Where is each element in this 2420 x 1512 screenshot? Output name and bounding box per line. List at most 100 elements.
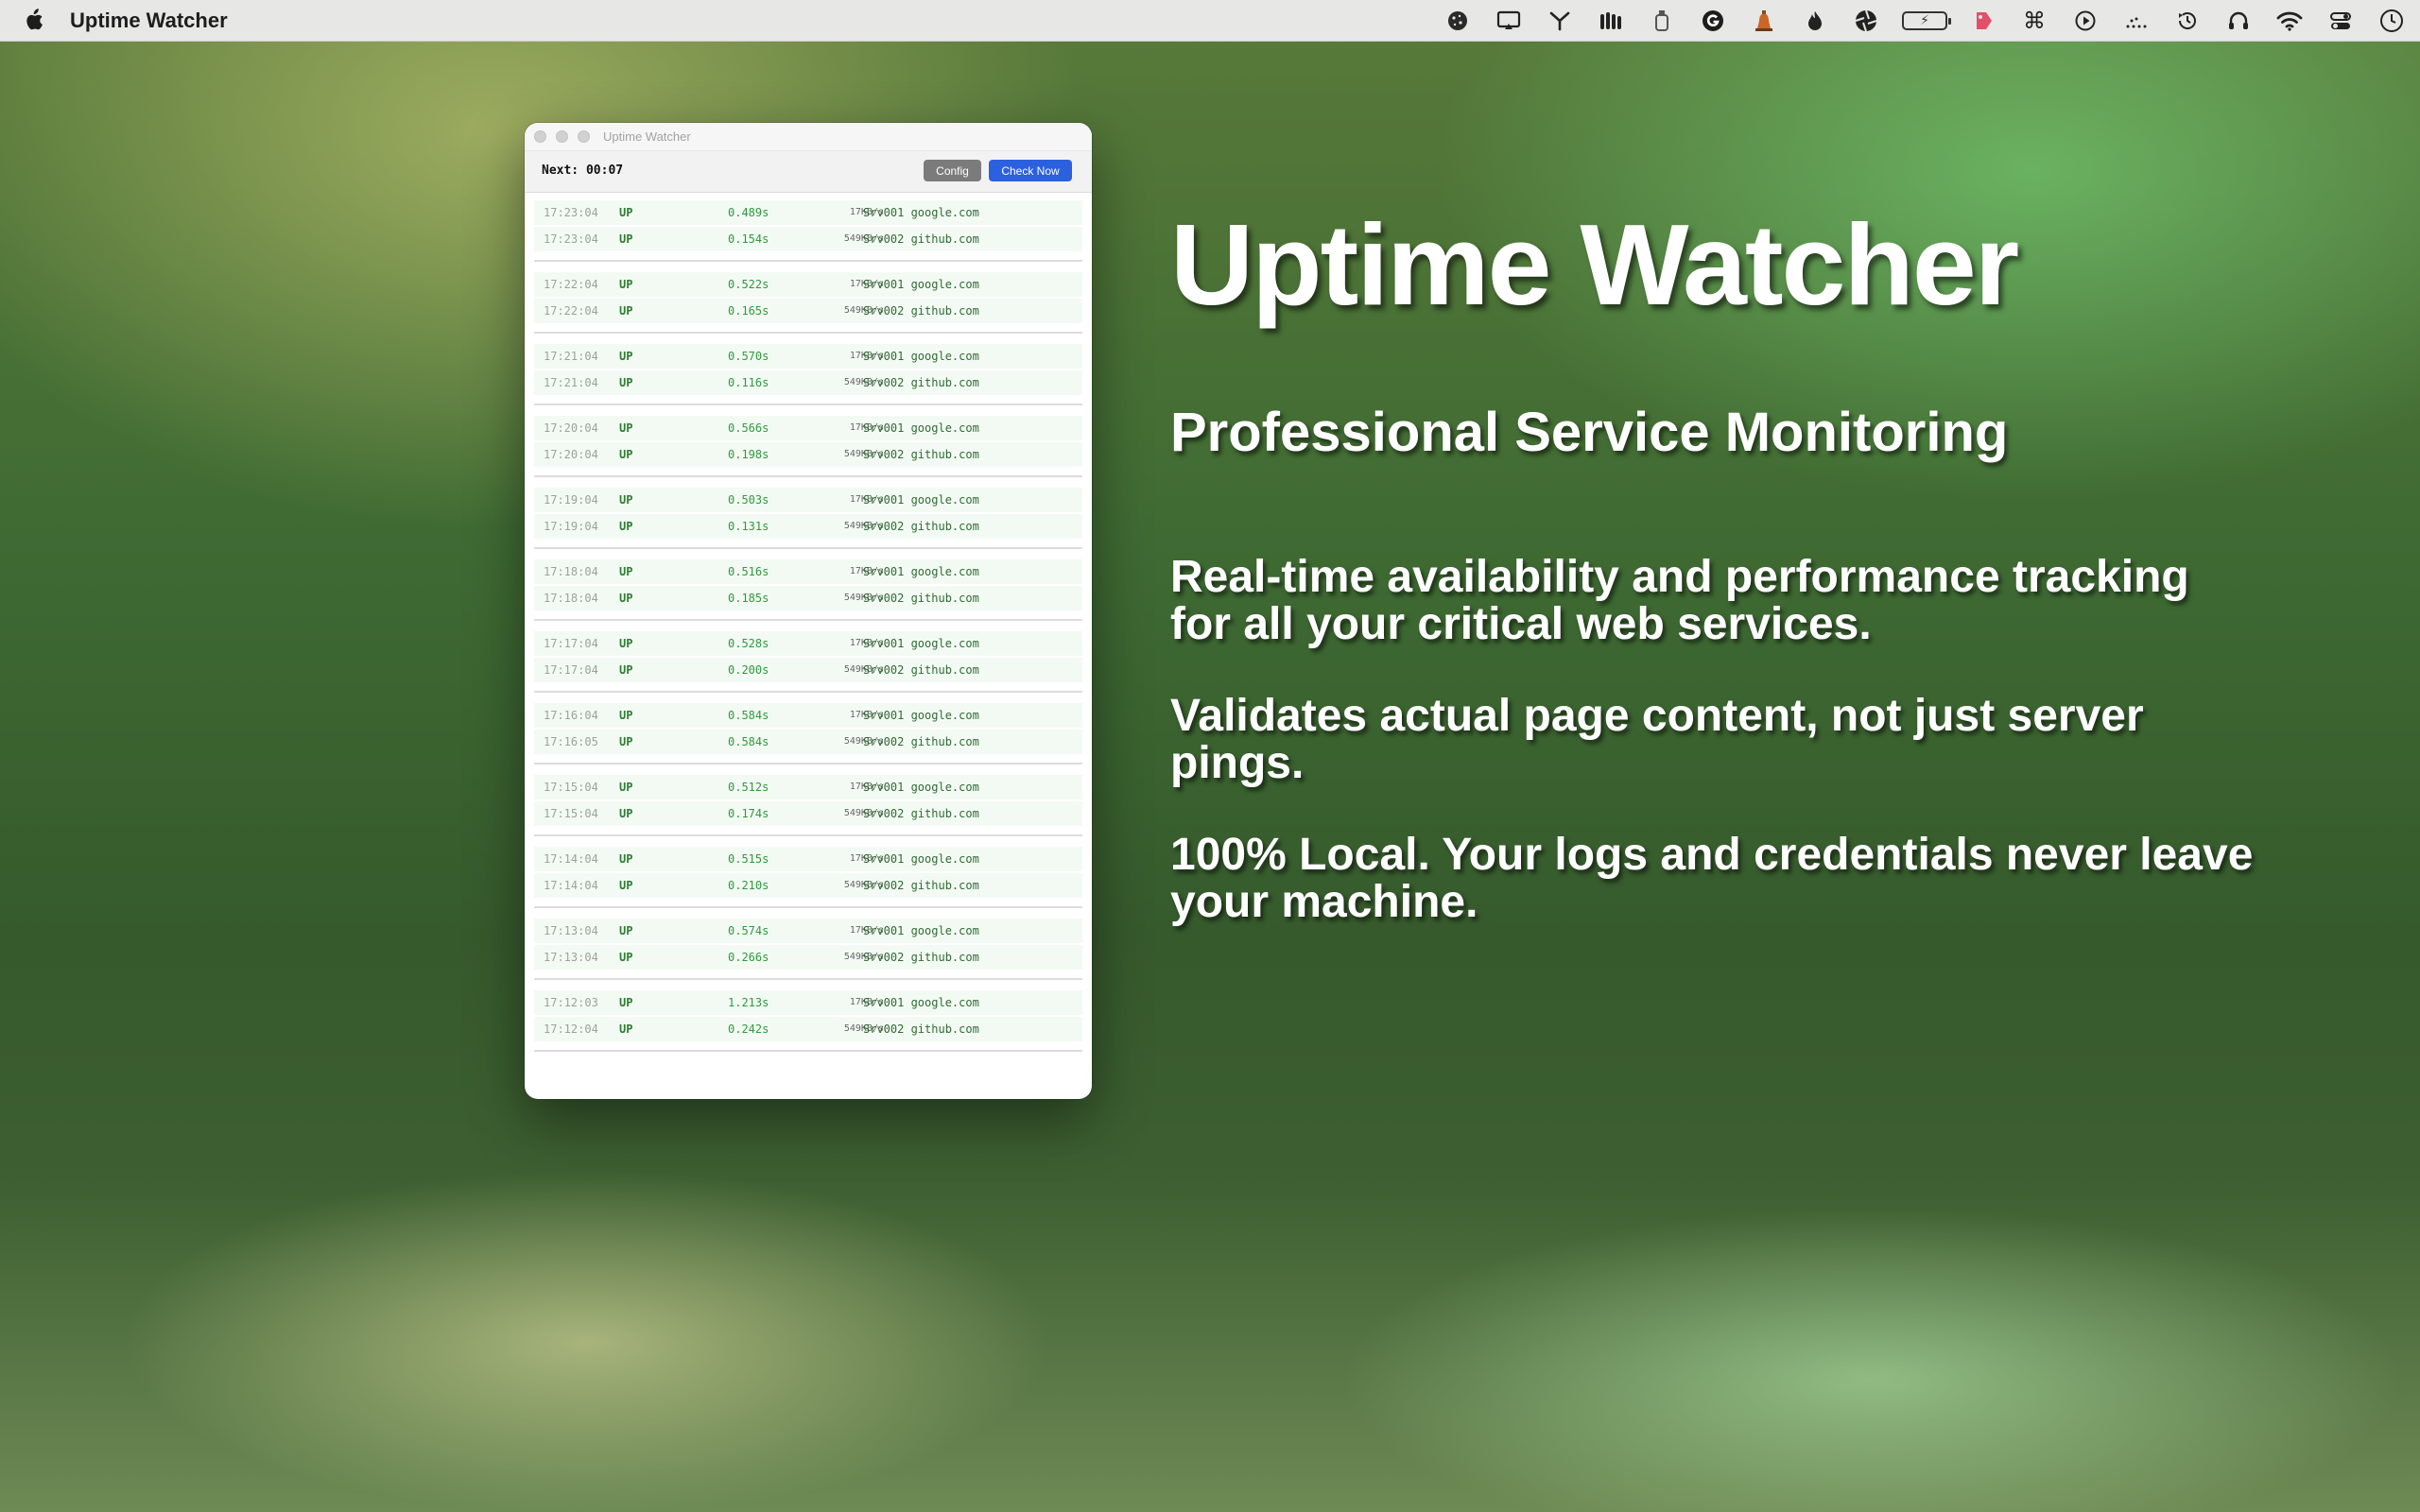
log-group: 17:13:04 UP 0.574s 17KB/s Srv001 google.com 1… [534,919,1082,980]
log-row[interactable]: 17:22:04 UP 0.165s 549KB/s Srv002 github.com [534,299,1082,323]
log-row[interactable]: 17:20:04 UP 0.566s 17KB/s Srv001 google.com [534,416,1082,440]
log-server: Srv001 google.com [863,852,979,866]
log-time: 17:23:04 [544,206,598,219]
log-row[interactable]: 17:23:04 UP 0.489s 17KB/s Srv001 google.com [534,200,1082,225]
log-status: UP [619,520,633,533]
toolbar: Next: 00:07 Config Check Now [525,151,1092,193]
uptime-window: Uptime Watcher Next: 00:07 Config Check … [525,123,1092,1099]
log-status: UP [619,350,633,363]
log-status: UP [619,709,633,722]
log-status: UP [619,637,633,650]
log-status: UP [619,278,633,291]
log-row[interactable]: 17:15:04 UP 0.174s 549KB/s Srv002 github.com [534,801,1082,826]
log-time: 17:22:04 [544,278,598,291]
log-list[interactable]: 17:23:04 UP 0.489s 17KB/s Srv001 google.com 1… [525,193,1092,1052]
dots-icon[interactable] [2121,6,2152,36]
log-row[interactable]: 17:15:04 UP 0.512s 17KB/s Srv001 google.com [534,775,1082,799]
log-row[interactable]: 17:19:04 UP 0.131s 549KB/s Srv002 github.com [534,514,1082,539]
log-server: Srv001 google.com [863,924,979,937]
log-server: Srv001 google.com [863,996,979,1009]
log-status: UP [619,206,633,219]
log-server: Srv001 google.com [863,421,979,435]
status-icons: ⚡ ⌘ [1443,6,2407,36]
log-row[interactable]: 17:23:04 UP 0.154s 549KB/s Srv002 github.com [534,227,1082,251]
flame-icon[interactable] [1800,6,1830,36]
log-row[interactable]: 17:12:04 UP 0.242s 549KB/s Srv002 github.com [534,1017,1082,1041]
log-status: UP [619,232,633,246]
log-row[interactable]: 17:22:04 UP 0.522s 17KB/s Srv001 google.com [534,272,1082,297]
log-row[interactable]: 17:21:04 UP 0.116s 549KB/s Srv002 github.com [534,370,1082,395]
tag-icon[interactable] [1968,6,1998,36]
log-status: UP [619,376,633,389]
log-time: 17:16:04 [544,709,598,722]
apple-menu-icon[interactable] [23,8,43,32]
log-server: Srv002 github.com [863,951,979,964]
log-server: Srv001 google.com [863,637,979,650]
log-server: Srv001 google.com [863,350,979,363]
log-row[interactable]: 17:17:04 UP 0.200s 549KB/s Srv002 github.com [534,658,1082,682]
config-button[interactable]: Config [924,160,981,181]
log-time: 17:21:04 [544,350,598,363]
play-icon[interactable] [2070,6,2100,36]
log-time: 17:15:04 [544,781,598,794]
log-time: 17:23:04 [544,232,598,246]
battery-icon[interactable]: ⚡ [1902,6,1951,36]
log-status: UP [619,879,633,892]
screen-mirror-icon[interactable] [1494,6,1524,36]
zoom-window-button[interactable] [578,130,590,143]
log-row[interactable]: 17:18:04 UP 0.516s 17KB/s Srv001 google.com [534,559,1082,584]
log-time: 17:15:04 [544,807,598,820]
log-row[interactable]: 17:13:04 UP 0.266s 549KB/s Srv002 github.com [534,945,1082,970]
log-time: 17:16:05 [544,735,598,748]
log-row[interactable]: 17:16:05 UP 0.584s 549KB/s Srv002 github.com [534,730,1082,754]
log-server: Srv002 github.com [863,448,979,461]
promo-paragraph-realtime: Real-time availability and performance t… [1170,552,2189,649]
log-server: Srv002 github.com [863,304,979,318]
check-now-button[interactable]: Check Now [989,160,1072,181]
minimize-window-button[interactable] [556,130,568,143]
headphones-icon[interactable] [2223,6,2254,36]
window-titlebar[interactable]: Uptime Watcher [525,123,1092,151]
close-window-button[interactable] [534,130,546,143]
log-server: Srv002 github.com [863,735,979,748]
log-time: 17:12:03 [544,996,598,1009]
log-row[interactable]: 17:18:04 UP 0.185s 549KB/s Srv002 github.com [534,586,1082,610]
aperture-icon[interactable] [1851,6,1881,36]
branch-icon[interactable] [1545,6,1575,36]
log-row[interactable]: 17:12:03 UP 1.213s 17KB/s Srv001 google.com [534,990,1082,1015]
clock-icon[interactable] [2377,6,2407,36]
log-status: UP [619,996,633,1009]
log-server: Srv001 google.com [863,206,979,219]
cookie-icon[interactable] [1443,6,1473,36]
log-row[interactable]: 17:20:04 UP 0.198s 549KB/s Srv002 github.com [534,442,1082,467]
log-row[interactable]: 17:14:04 UP 0.515s 17KB/s Srv001 google.com [534,847,1082,871]
log-time: 17:18:04 [544,592,598,605]
control-center-icon[interactable] [2325,6,2356,36]
log-status: UP [619,735,633,748]
wifi-icon[interactable] [2274,6,2305,36]
log-row[interactable]: 17:14:04 UP 0.210s 549KB/s Srv002 github.com [534,873,1082,898]
command-icon[interactable]: ⌘ [2019,6,2049,36]
log-status: UP [619,807,633,820]
log-group: 17:17:04 UP 0.528s 17KB/s Srv001 google.com 1… [534,631,1082,693]
log-time: 17:14:04 [544,852,598,866]
log-row[interactable]: 17:17:04 UP 0.528s 17KB/s Srv001 google.com [534,631,1082,656]
promo-paragraph-validation: Validates actual page content, not just … [1170,691,2144,788]
bell-icon[interactable] [1749,6,1779,36]
log-time: 17:13:04 [544,924,598,937]
log-server: Srv002 github.com [863,592,979,605]
log-row[interactable]: 17:13:04 UP 0.574s 17KB/s Srv001 google.com [534,919,1082,943]
log-group: 17:14:04 UP 0.515s 17KB/s Srv001 google.com 1… [534,847,1082,908]
log-status: UP [619,304,633,318]
traffic-lights [534,130,590,143]
log-server: Srv002 github.com [863,807,979,820]
grammarly-icon[interactable] [1698,6,1728,36]
log-time: 17:14:04 [544,879,598,892]
bottle-icon[interactable] [1647,6,1677,36]
log-row[interactable]: 17:19:04 UP 0.503s 17KB/s Srv001 google.com [534,488,1082,512]
menu-app-name[interactable]: Uptime Watcher [70,9,228,33]
log-row[interactable]: 17:21:04 UP 0.570s 17KB/s Srv001 google.com [534,344,1082,369]
log-row[interactable]: 17:16:04 UP 0.584s 17KB/s Srv001 google.com [534,703,1082,728]
history-icon[interactable] [2172,6,2203,36]
bars-icon[interactable] [1596,6,1626,36]
